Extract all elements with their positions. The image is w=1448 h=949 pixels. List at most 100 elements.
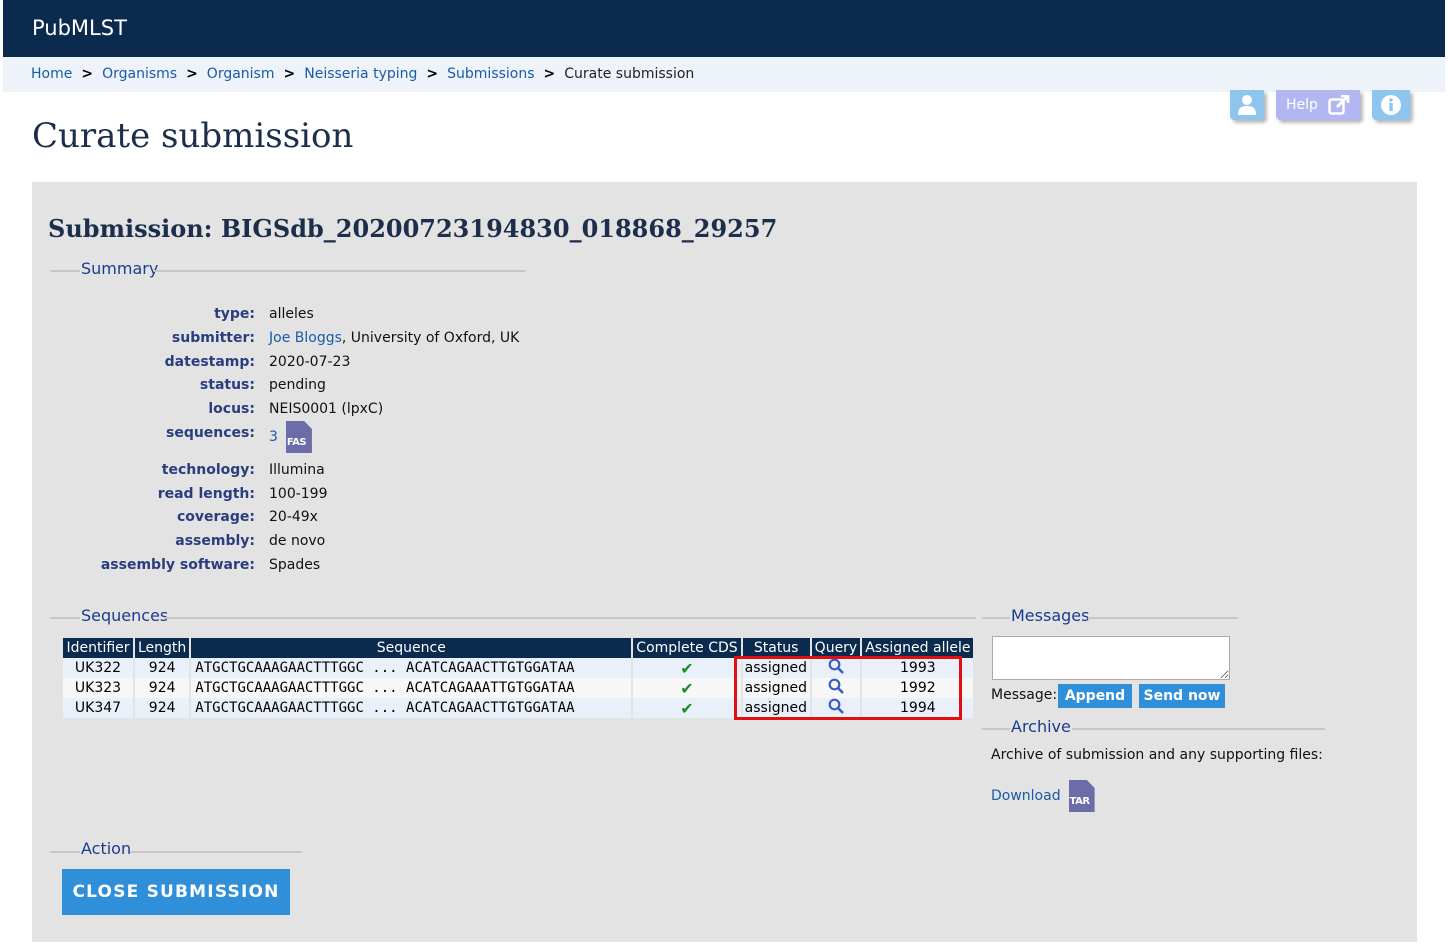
field-value-submitter: Joe Bloggs, University of Oxford, UK [269, 330, 519, 346]
field-label-status: status: [199, 377, 255, 393]
cell-status: assigned [741, 698, 812, 718]
check-icon: ✔ [680, 698, 694, 718]
table-row: UK322 924 ATGCTGCAAAGAACTTTGGC ... ACATC… [63, 658, 976, 678]
breadcrumb-separator: > [81, 66, 94, 82]
table-row: UK323 924 ATGCTGCAAAGAACTTTGGC ... ACATC… [63, 678, 976, 698]
cell-length: 924 [134, 698, 192, 718]
breadcrumb-separator: > [543, 66, 556, 82]
field-value-locus: NEIS0001 (lpxC) [269, 401, 384, 417]
message-label: Message: [991, 687, 1058, 703]
breadcrumb-separator: > [283, 66, 296, 82]
check-icon: ✔ [680, 658, 694, 678]
tar-file-icon[interactable]: TAR [1068, 780, 1095, 812]
cell-query [810, 658, 863, 678]
action-legend: Action [81, 839, 132, 858]
col-length[interactable]: Length [134, 638, 192, 658]
append-button[interactable]: Append [1058, 684, 1132, 708]
cell-status: assigned [741, 678, 812, 698]
field-label-coverage: coverage: [176, 509, 255, 525]
external-link-icon [1328, 95, 1350, 115]
fasta-file-icon[interactable]: FAS [285, 421, 312, 453]
cell-assigned-allele: 1994 [861, 698, 976, 718]
info-button[interactable] [1372, 90, 1410, 120]
breadcrumb-home[interactable]: Home [31, 66, 72, 82]
submitter-link[interactable]: Joe Bloggs [269, 330, 342, 346]
cell-identifier: UK323 [63, 678, 135, 698]
download-row: Download TAR [991, 780, 1095, 812]
col-query[interactable]: Query [810, 638, 863, 658]
close-submission-button[interactable]: CLOSE SUBMISSION [62, 869, 290, 915]
fieldset-border [1088, 617, 1238, 619]
cell-length: 924 [134, 678, 192, 698]
field-value-datestamp: 2020-07-23 [269, 354, 351, 370]
user-icon [1238, 95, 1256, 115]
field-label-read-length: read length: [157, 486, 255, 502]
fieldset-border [154, 270, 526, 272]
message-textarea[interactable] [992, 636, 1230, 680]
cell-status: assigned [741, 658, 812, 678]
breadcrumb-organism[interactable]: Organism [207, 66, 275, 82]
field-value-status: pending [269, 377, 326, 393]
table-header-row: Identifier Length Sequence Complete CDS … [63, 638, 976, 658]
cell-length: 924 [134, 658, 192, 678]
field-value-coverage: 20-49x [269, 509, 318, 525]
field-label-sequences: sequences: [165, 425, 255, 441]
sequences-legend: Sequences [81, 606, 169, 625]
field-label-technology: technology: [161, 462, 255, 478]
send-now-button[interactable]: Send now [1139, 684, 1225, 708]
cell-identifier: UK347 [63, 698, 135, 718]
field-value-assembly: de novo [269, 533, 326, 549]
col-assigned-allele[interactable]: Assigned allele [861, 638, 976, 658]
tar-badge-text: TAR [1069, 796, 1090, 807]
submitter-affiliation: , University of Oxford, UK [341, 330, 520, 346]
cell-sequence: ATGCTGCAAAGAACTTTGGC ... ACATCAGAAATTGTG… [190, 678, 634, 698]
breadcrumb-separator: > [426, 66, 439, 82]
breadcrumb-organisms[interactable]: Organisms [102, 66, 177, 82]
breadcrumb-separator: > [186, 66, 198, 82]
fieldset-border [982, 617, 1010, 619]
col-status[interactable]: Status [741, 638, 812, 658]
field-label-locus: locus: [208, 401, 255, 417]
help-button[interactable]: Help [1276, 90, 1360, 120]
breadcrumb-neisseria-typing[interactable]: Neisseria typing [304, 66, 417, 82]
site-brand[interactable]: PubMLST [32, 16, 127, 40]
sequences-count-link[interactable]: 3 [269, 429, 278, 445]
field-value-technology: Illumina [269, 462, 325, 478]
user-account-button[interactable] [1230, 90, 1264, 120]
cell-complete-cds: ✔ [632, 658, 743, 678]
magnifier-icon[interactable] [828, 678, 844, 694]
fieldset-border [50, 617, 80, 619]
cell-query [810, 678, 863, 698]
download-link[interactable]: Download [991, 788, 1061, 804]
field-label-assembly: assembly: [175, 533, 255, 549]
cell-query [810, 698, 863, 718]
col-identifier[interactable]: Identifier [63, 638, 135, 658]
fieldset-border [982, 728, 1010, 730]
page-title: Curate submission [32, 116, 354, 156]
submission-title: Submission: BIGSdb_20200723194830_018868… [48, 214, 778, 243]
breadcrumb-submissions[interactable]: Submissions [447, 66, 534, 82]
fieldset-border [130, 851, 302, 853]
breadcrumb: Home > Organisms > Organism > Neisseria typing… [3, 57, 1445, 92]
fasta-badge-text: FAS [286, 437, 307, 448]
cell-complete-cds: ✔ [632, 698, 743, 718]
cell-complete-cds: ✔ [632, 678, 743, 698]
field-label-submitter: submitter: [171, 330, 255, 346]
field-label-type: type: [214, 306, 255, 322]
archive-description: Archive of submission and any supporting… [991, 747, 1323, 763]
breadcrumb-current: Curate submission [564, 66, 695, 82]
field-value-sequences: 3 FAS [269, 421, 312, 453]
field-value-type: alleles [269, 306, 314, 322]
col-sequence[interactable]: Sequence [190, 638, 634, 658]
summary-legend: Summary [81, 259, 159, 278]
cell-sequence: ATGCTGCAAAGAACTTTGGC ... ACATCAGAACTTGTG… [190, 658, 634, 678]
fieldset-border [164, 617, 976, 619]
check-icon: ✔ [680, 678, 694, 698]
table-row: UK347 924 ATGCTGCAAAGAACTTTGGC ... ACATC… [63, 698, 976, 718]
col-complete-cds[interactable]: Complete CDS [632, 638, 743, 658]
field-label-datestamp: datestamp: [164, 354, 255, 370]
archive-legend: Archive [1011, 717, 1071, 736]
magnifier-icon[interactable] [828, 698, 844, 714]
field-value-assembly-software: Spades [269, 557, 321, 573]
magnifier-icon[interactable] [828, 658, 844, 674]
